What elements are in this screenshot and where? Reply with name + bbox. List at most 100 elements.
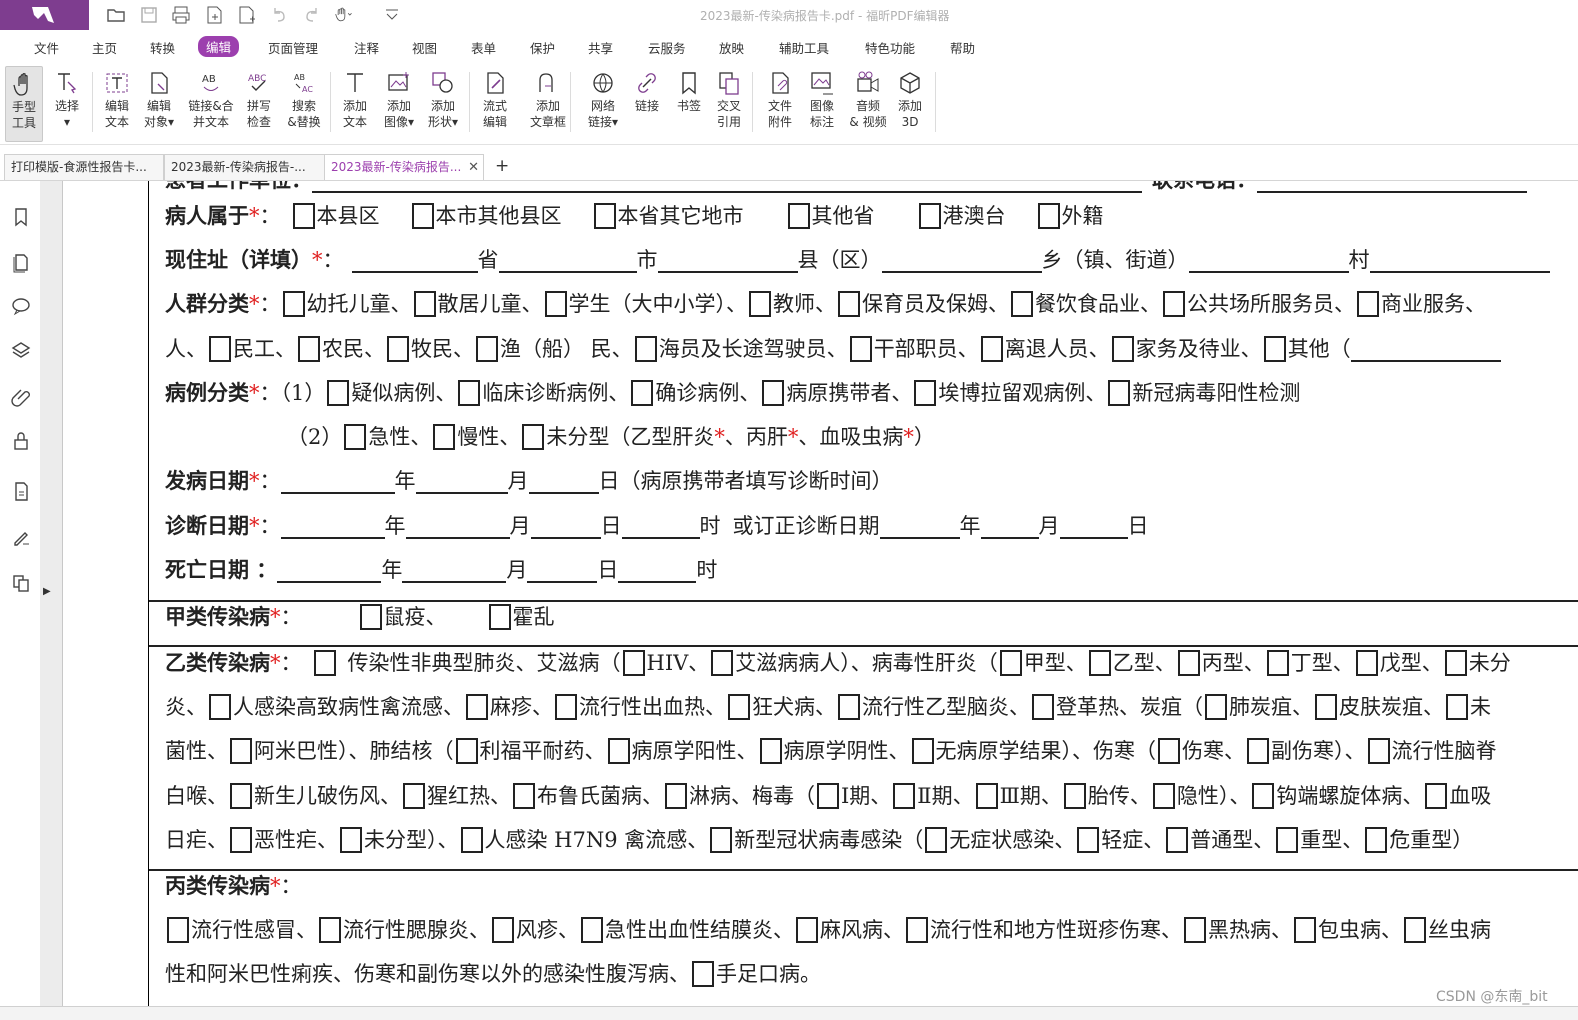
checkbox[interactable] xyxy=(1011,291,1033,317)
checkbox[interactable] xyxy=(466,694,488,720)
checkbox[interactable] xyxy=(893,783,916,809)
checkbox[interactable] xyxy=(460,827,483,853)
checkbox[interactable] xyxy=(749,291,771,317)
ribbon-button-link-merge-text[interactable]: AB 链接&合 并文本 xyxy=(184,66,238,140)
checkbox[interactable] xyxy=(581,917,603,943)
bookmark-panel-icon[interactable] xyxy=(10,206,32,228)
fill-in-blank[interactable] xyxy=(1350,336,1501,362)
fill-in-blank[interactable] xyxy=(1059,513,1128,539)
checkbox[interactable] xyxy=(622,650,645,676)
checkbox[interactable] xyxy=(230,783,252,809)
checkbox[interactable] xyxy=(319,917,341,943)
ribbon-button-spell-check[interactable]: ABC 拼写 检查 xyxy=(240,66,278,140)
checkbox[interactable] xyxy=(817,783,839,809)
fill-in-blank[interactable] xyxy=(351,247,478,273)
checkbox[interactable] xyxy=(911,738,934,764)
checkbox[interactable] xyxy=(1177,650,1200,676)
ribbon-button-link[interactable]: 链接 xyxy=(628,66,666,140)
menu-item[interactable]: 页面管理 xyxy=(268,38,318,57)
layers-panel-icon[interactable] xyxy=(10,340,32,362)
checkbox[interactable] xyxy=(411,203,434,229)
menu-item[interactable]: 特色功能 xyxy=(865,38,915,57)
menu-item[interactable]: 视图 xyxy=(412,38,437,57)
checkbox[interactable] xyxy=(1355,650,1378,676)
checkbox[interactable] xyxy=(387,336,409,362)
checkbox[interactable] xyxy=(492,917,514,943)
checkbox[interactable] xyxy=(313,650,336,676)
checkbox[interactable] xyxy=(1444,650,1467,676)
close-tab-icon[interactable]: ✕ xyxy=(468,155,479,180)
checkbox[interactable] xyxy=(1111,336,1134,362)
fill-in-blank[interactable] xyxy=(618,557,697,583)
fill-in-blank[interactable] xyxy=(1257,181,1527,193)
open-folder-icon[interactable] xyxy=(106,5,126,25)
checkbox[interactable] xyxy=(631,380,654,406)
tab-infectious-report-active[interactable]: 2023最新-传染病报告... ✕ xyxy=(324,154,484,180)
redo-icon[interactable] xyxy=(302,5,322,25)
undo-icon[interactable] xyxy=(269,5,289,25)
menu-item[interactable]: 文件 xyxy=(34,38,59,57)
menu-item[interactable]: 注释 xyxy=(354,38,379,57)
comments-panel-icon[interactable] xyxy=(10,295,32,317)
checkbox[interactable] xyxy=(849,336,872,362)
checkbox[interactable] xyxy=(513,783,535,809)
menu-item[interactable]: 帮助 xyxy=(950,38,975,57)
checkbox[interactable] xyxy=(230,738,252,764)
checkbox[interactable] xyxy=(1163,291,1185,317)
checkbox[interactable] xyxy=(344,424,367,450)
checkbox[interactable] xyxy=(476,336,498,362)
expand-panel-arrow-icon[interactable]: ▶ xyxy=(43,586,51,597)
ribbon-button-search-replace[interactable]: AB AC 搜索 &替换 xyxy=(284,66,324,140)
save-icon[interactable] xyxy=(139,5,159,25)
menu-item[interactable]: 转换 xyxy=(150,38,175,57)
checkbox[interactable] xyxy=(433,424,456,450)
checkbox[interactable] xyxy=(555,694,577,720)
compare-panel-icon[interactable] xyxy=(10,572,32,594)
menu-item[interactable]: 放映 xyxy=(719,38,744,57)
print-icon[interactable] xyxy=(171,5,191,25)
tab-infectious-report-2[interactable]: 2023最新-传染病报告-... xyxy=(164,154,326,180)
checkbox[interactable] xyxy=(1205,694,1227,720)
checkbox[interactable] xyxy=(692,961,714,987)
menu-item[interactable]: 编辑 xyxy=(198,36,240,57)
checkbox[interactable] xyxy=(1158,738,1180,764)
fill-in-blank[interactable] xyxy=(312,181,1142,193)
customize-toolbar-icon[interactable] xyxy=(382,5,402,25)
checkbox[interactable] xyxy=(1266,650,1289,676)
fill-in-blank[interactable] xyxy=(280,513,385,539)
ribbon-button-hand[interactable]: 手型 工具 xyxy=(5,66,43,142)
new-file-icon[interactable] xyxy=(236,5,256,25)
fill-in-blank[interactable] xyxy=(879,513,960,539)
checkbox[interactable] xyxy=(914,380,937,406)
checkbox[interactable] xyxy=(488,604,511,630)
checkbox[interactable] xyxy=(282,291,305,317)
fill-in-blank[interactable] xyxy=(621,513,700,539)
ribbon-button-select-text[interactable]: 选择 ▾ xyxy=(50,66,84,140)
checkbox[interactable] xyxy=(298,336,320,362)
attachments-panel-icon[interactable] xyxy=(10,385,32,407)
checkbox[interactable] xyxy=(1276,827,1299,853)
ribbon-button-edit-text[interactable]: 编辑 文本 xyxy=(98,66,136,140)
checkbox[interactable] xyxy=(1315,694,1337,720)
checkbox[interactable] xyxy=(634,336,657,362)
checkbox[interactable] xyxy=(999,650,1022,676)
page-properties-icon[interactable] xyxy=(10,480,32,502)
checkbox[interactable] xyxy=(359,604,382,630)
checkbox[interactable] xyxy=(455,738,478,764)
ribbon-button-audio-video[interactable]: 音频 & 视频 xyxy=(845,66,891,140)
checkbox[interactable] xyxy=(1063,783,1086,809)
checkbox[interactable] xyxy=(787,203,810,229)
ribbon-button-add-text[interactable]: 添加 文本 xyxy=(336,66,374,140)
app-logo[interactable] xyxy=(0,0,89,30)
checkbox[interactable] xyxy=(728,694,750,720)
fill-in-blank[interactable] xyxy=(402,557,507,583)
checkbox[interactable] xyxy=(980,336,1003,362)
create-pdf-icon[interactable] xyxy=(204,5,224,25)
checkbox[interactable] xyxy=(1446,694,1468,720)
checkbox[interactable] xyxy=(975,783,998,809)
checkbox[interactable] xyxy=(1263,336,1286,362)
ribbon-button-flow-edit[interactable]: 流式 编辑 xyxy=(475,66,515,140)
menu-item[interactable]: 主页 xyxy=(92,38,117,57)
checkbox[interactable] xyxy=(711,650,734,676)
fill-in-blank[interactable] xyxy=(881,247,1042,273)
